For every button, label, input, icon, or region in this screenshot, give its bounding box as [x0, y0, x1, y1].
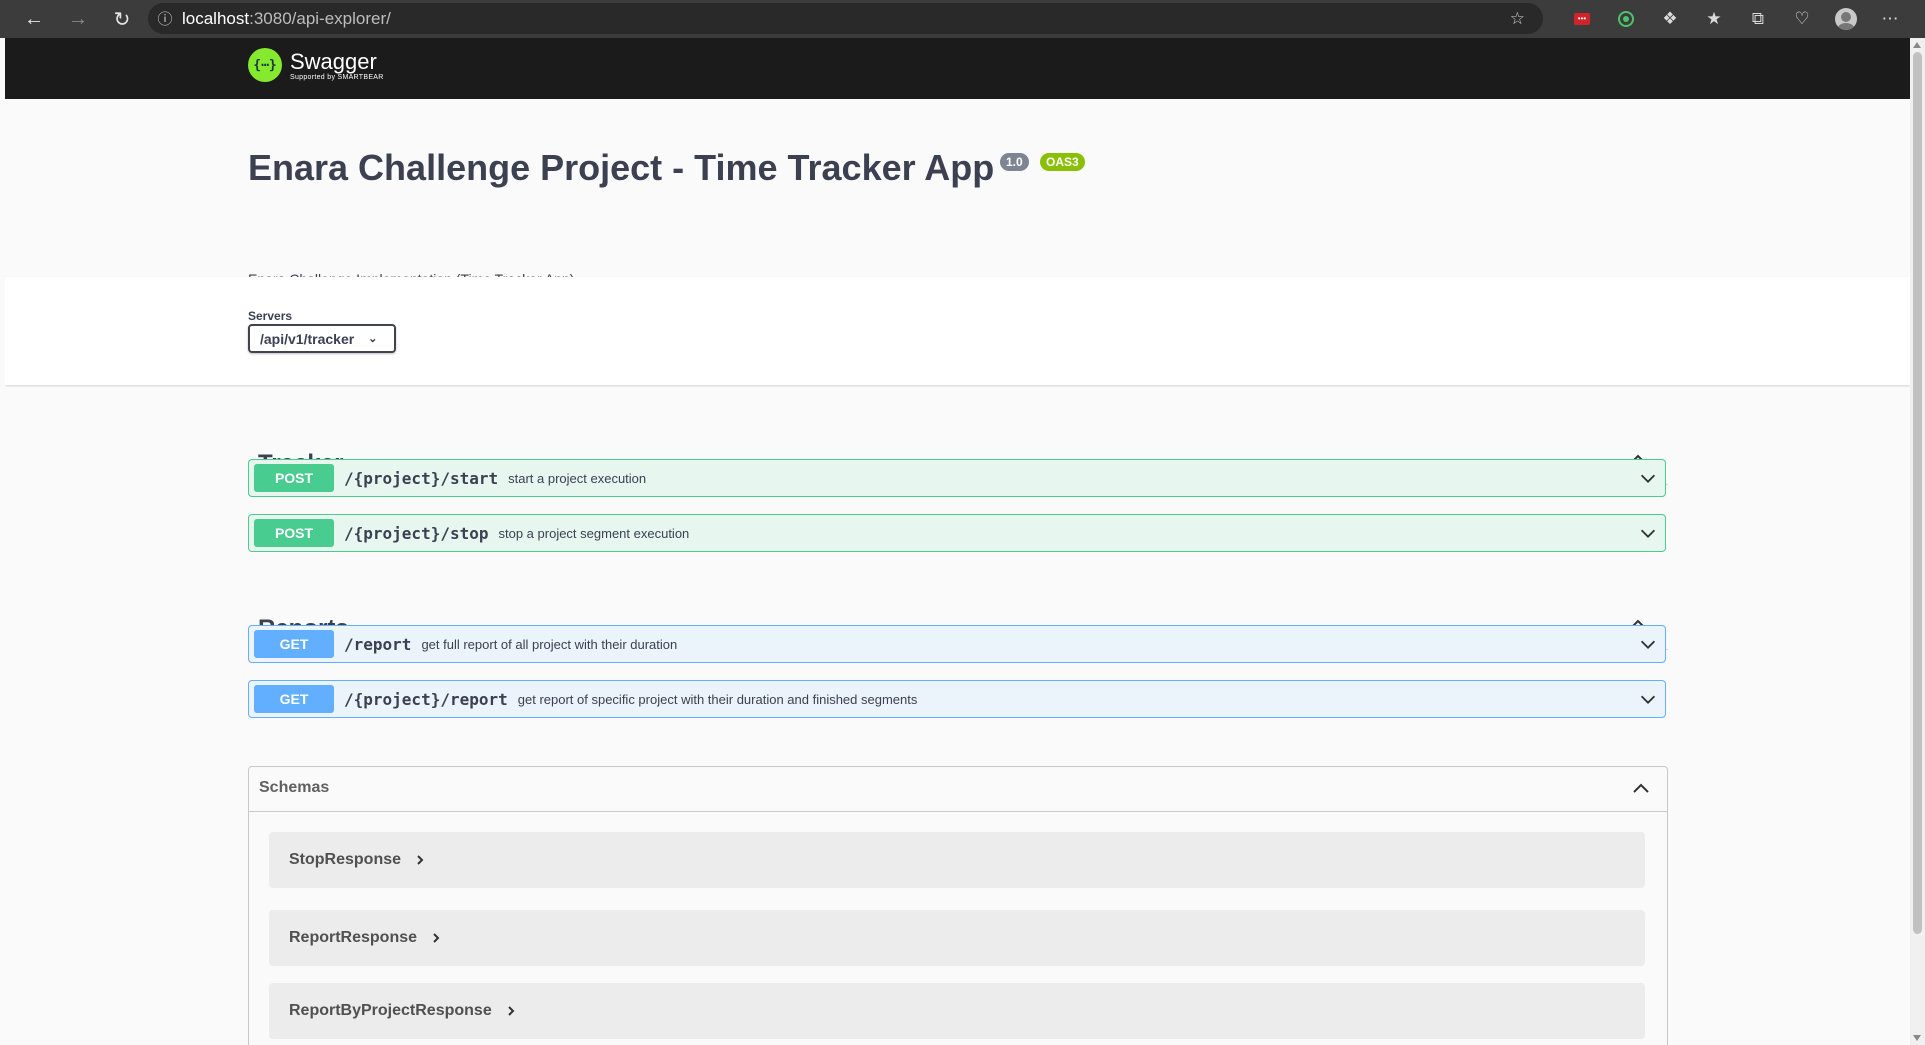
scroll-up-icon[interactable]	[1913, 42, 1921, 48]
operation-summary: get full report of all project with thei…	[421, 636, 678, 652]
chevron-down-icon[interactable]	[1637, 633, 1659, 655]
back-icon[interactable]: ←	[12, 0, 56, 38]
operation-path: /{project}/start	[344, 468, 499, 488]
method-badge: POST	[254, 464, 334, 492]
schema-model[interactable]: StopResponse	[269, 832, 1645, 888]
swagger-topbar: {⋯} Swagger Supported by SMARTBEAR	[5, 38, 1910, 99]
url-host: localhost	[182, 8, 250, 28]
server-select[interactable]: /api/v1/tracker ⌄	[248, 324, 396, 353]
chevron-right-icon	[508, 1006, 515, 1016]
collections-icon[interactable]: ⧉	[1736, 0, 1780, 38]
reload-icon[interactable]: ↻	[100, 0, 144, 38]
chevron-right-icon	[417, 855, 424, 865]
api-info: Enara Challenge Project - Time Tracker A…	[5, 99, 1910, 287]
browser-toolbar: ← → ↻ ⓘ localhost:3080/api-explorer/ ☆ •…	[0, 0, 1925, 38]
model-name: StopResponse	[289, 851, 402, 868]
chevron-down-icon[interactable]	[1637, 467, 1659, 489]
operation-summary: get report of specific project with thei…	[517, 691, 918, 707]
forward-icon[interactable]: →	[56, 0, 100, 38]
method-badge: POST	[254, 519, 334, 547]
schemas-section: Schemas StopResponse ReportResponse Repo…	[248, 766, 1668, 1045]
chevron-down-icon[interactable]	[1637, 522, 1659, 544]
chevron-down-icon: ⌄	[368, 333, 378, 345]
schemas-title: Schemas	[259, 779, 330, 796]
scroll-down-icon[interactable]	[1913, 1035, 1921, 1041]
address-bar[interactable]: ⓘ localhost:3080/api-explorer/ ☆	[148, 3, 1543, 34]
swagger-logo[interactable]: {⋯} Swagger Supported by SMARTBEAR	[248, 48, 384, 82]
page-title: Enara Challenge Project - Time Tracker A…	[248, 147, 995, 188]
model-name: ReportByProjectResponse	[289, 1002, 492, 1019]
logo-name: Swagger	[290, 48, 377, 74]
operation-get-report[interactable]: GET /report get full report of all proje…	[248, 625, 1666, 663]
method-badge: GET	[254, 685, 334, 713]
browser-essentials-icon[interactable]: ♡	[1780, 0, 1824, 38]
swagger-logo-icon: {⋯}	[248, 48, 282, 82]
operation-post-start[interactable]: POST /{project}/start start a project ex…	[248, 459, 1666, 497]
favorites-icon[interactable]: ★	[1692, 0, 1736, 38]
schemas-header[interactable]: Schemas	[249, 767, 1667, 812]
servers-section: Servers /api/v1/tracker ⌄	[5, 277, 1910, 385]
extensions-puzzle-icon[interactable]: ❖	[1648, 0, 1692, 38]
schema-model[interactable]: ReportByProjectResponse	[269, 983, 1645, 1039]
operation-post-stop[interactable]: POST /{project}/stop stop a project segm…	[248, 514, 1666, 552]
version-badge: 1.0	[1000, 153, 1029, 171]
schema-model[interactable]: ReportResponse	[269, 910, 1645, 966]
oas-badge: OAS3	[1040, 153, 1085, 171]
swagger-page: {⋯} Swagger Supported by SMARTBEAR Enara…	[5, 38, 1910, 1045]
operation-get-project-report[interactable]: GET /{project}/report get report of spec…	[248, 680, 1666, 718]
extension-red-icon[interactable]: •••	[1560, 0, 1604, 38]
operation-summary: start a project execution	[508, 470, 647, 486]
operation-path: /{project}/stop	[344, 523, 489, 543]
extension-green-icon[interactable]	[1604, 0, 1648, 38]
model-name: ReportResponse	[289, 929, 418, 946]
operation-path: /report	[344, 634, 412, 654]
logo-sub: Supported by SMARTBEAR	[290, 73, 384, 81]
browser-extensions: ••• ❖ ★ ⧉ ♡ ⋯	[1560, 0, 1912, 38]
favorite-add-icon[interactable]: ☆	[1510, 9, 1525, 29]
servers-label: Servers	[248, 309, 293, 323]
method-badge: GET	[254, 630, 334, 658]
page-scrollbar[interactable]	[1910, 38, 1925, 1045]
profile-avatar[interactable]	[1824, 0, 1868, 38]
url-path: :3080/api-explorer/	[249, 8, 391, 28]
operation-summary: stop a project segment execution	[498, 525, 690, 541]
scroll-thumb[interactable]	[1913, 52, 1922, 934]
chevron-right-icon	[433, 933, 440, 943]
chevron-down-icon[interactable]	[1637, 688, 1659, 710]
site-info-icon[interactable]: ⓘ	[148, 8, 182, 29]
operation-path: /{project}/report	[344, 689, 508, 709]
server-selected: /api/v1/tracker	[260, 330, 355, 347]
more-menu-icon[interactable]: ⋯	[1868, 0, 1912, 38]
chevron-up-icon[interactable]	[1629, 777, 1653, 801]
